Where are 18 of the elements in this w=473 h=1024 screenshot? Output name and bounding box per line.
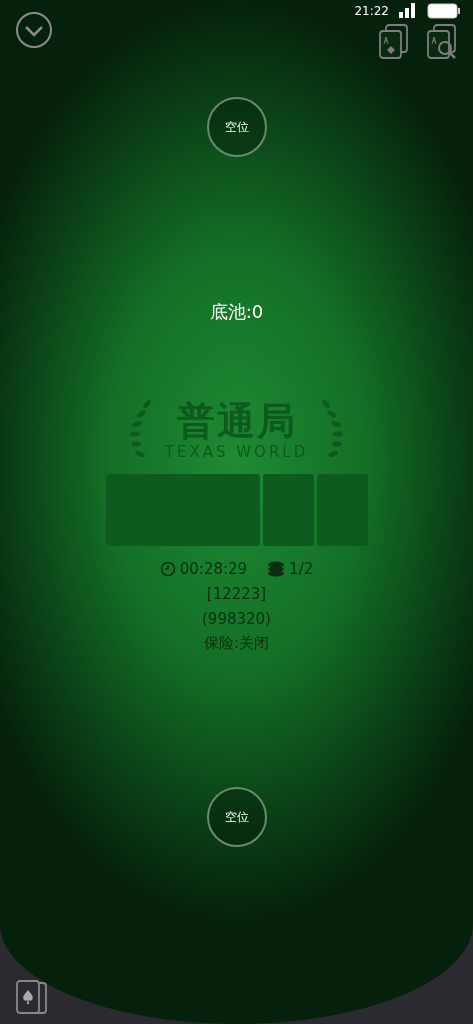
clock-icon [159,560,176,577]
coins-icon [267,560,286,577]
elapsed-time: 00:28:29 [179,559,248,578]
cards-icon[interactable] [379,24,409,60]
room-id: [12223] [206,584,267,603]
empty-seat[interactable]: 空位 [206,97,267,157]
signal-icon [399,3,417,19]
card-slot [262,474,314,546]
spade-cards-icon[interactable] [15,980,49,1016]
empty-seat[interactable]: 空位 [206,787,267,847]
battery-icon [427,3,461,19]
card-slot [316,474,368,546]
insurance-status: 保险:关闭 [203,634,269,653]
blinds: 1/2 [289,559,314,578]
collapse-icon[interactable] [15,11,53,49]
pot-amount: 底池:0 [209,300,264,324]
room-code: (998320) [202,609,271,628]
clock-time: 21:22 [354,4,389,18]
